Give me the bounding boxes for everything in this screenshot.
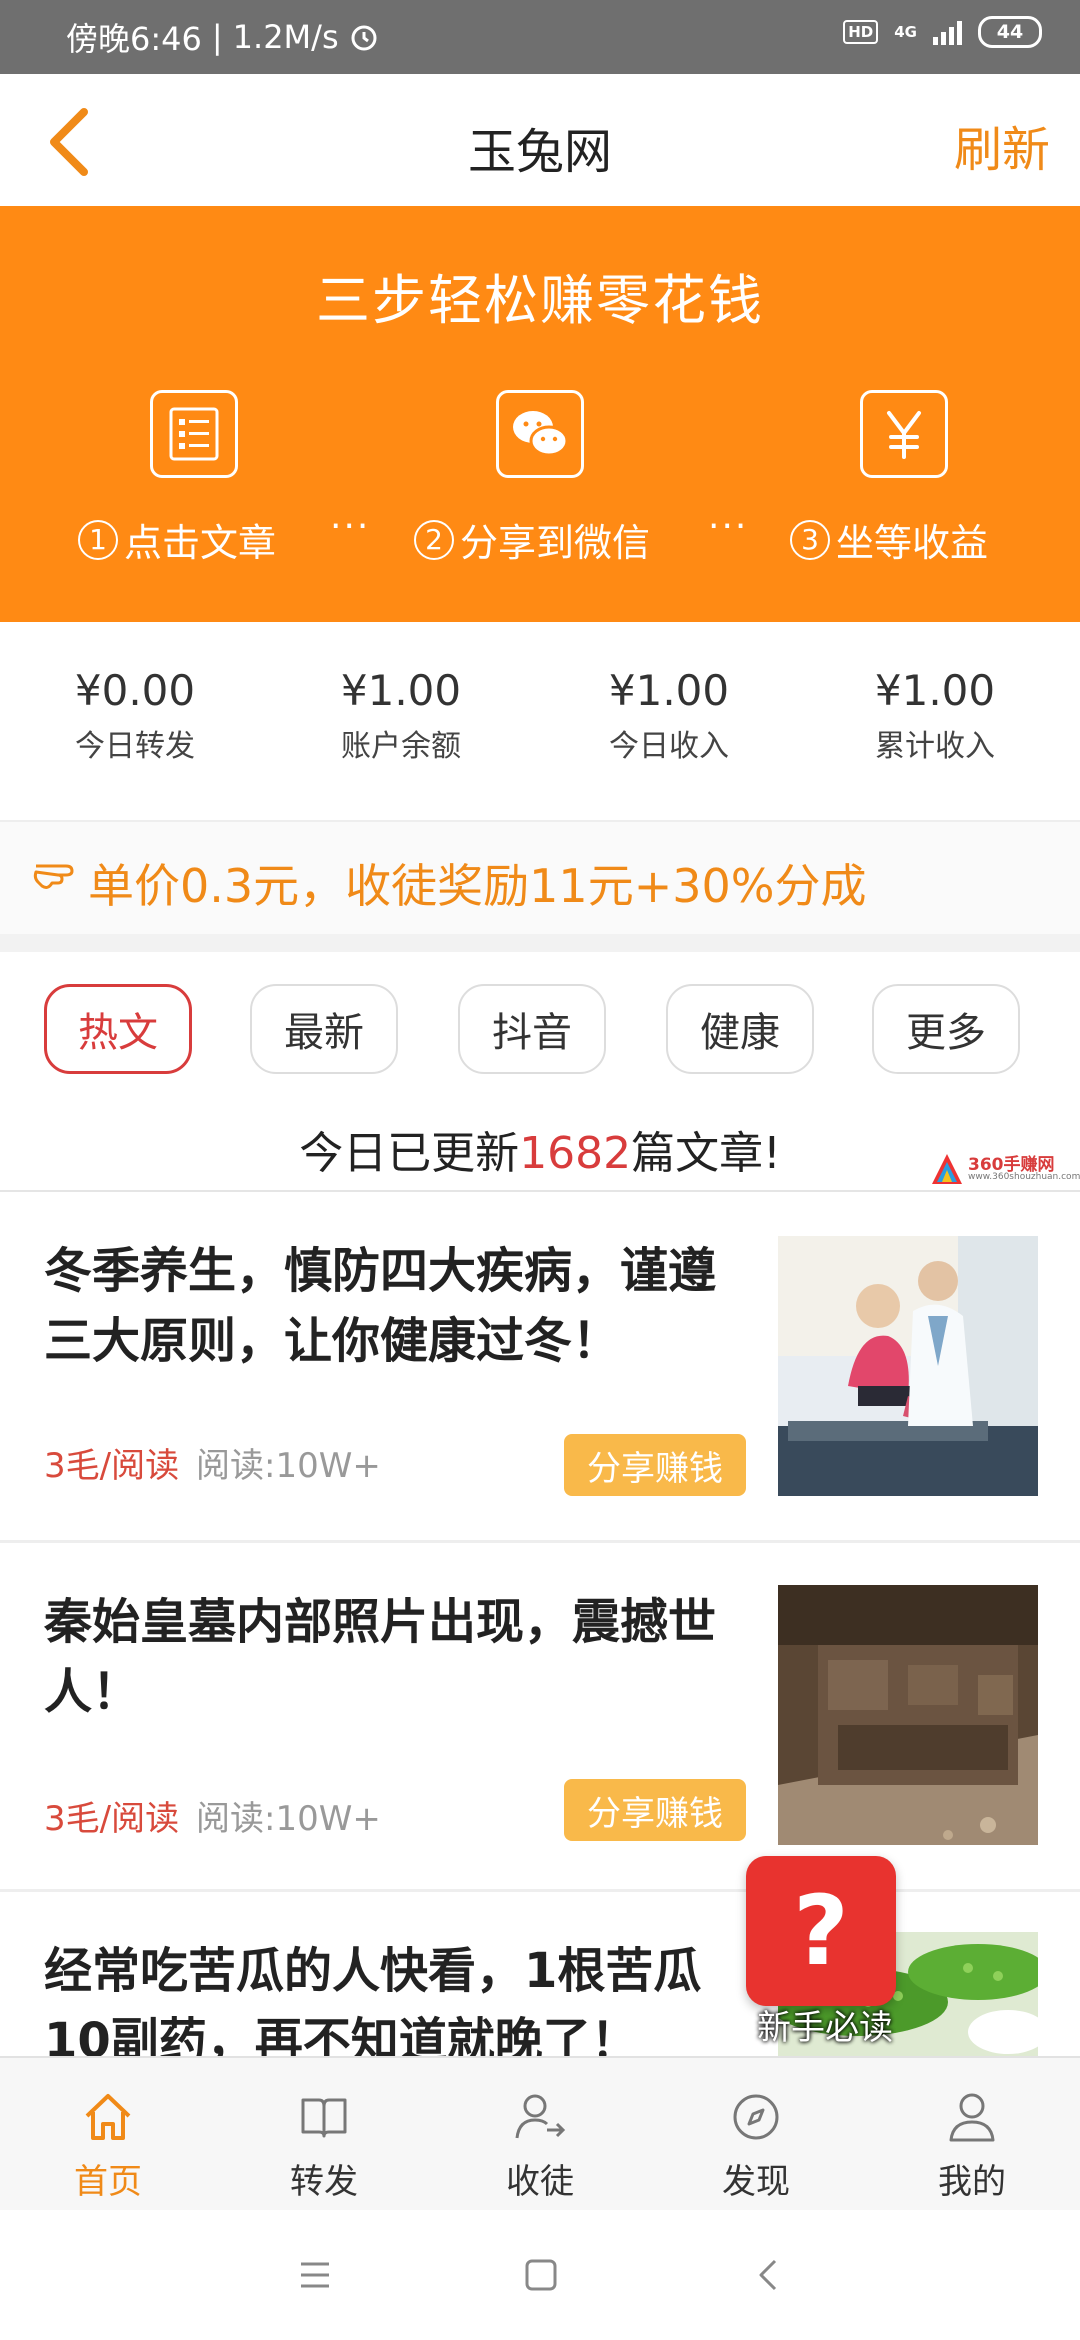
update-count: 1682 (519, 1128, 632, 1179)
step-label: 分享到微信 (460, 521, 651, 565)
article-price: 3毛/阅读 (44, 1446, 180, 1486)
nav-forward[interactable]: 转发 (216, 2088, 432, 2203)
article-title[interactable]: 冬季养生，慎防四大疾病，谨遵三大原则，让你健康过冬！ (44, 1236, 744, 1376)
nav-label: 首页 (74, 2162, 142, 2202)
page-title: 玉兔网 (467, 124, 612, 180)
nav-label: 转发 (290, 2162, 358, 2202)
earnings-stats: ¥0.00 今日转发 ¥1.00 账户余额 ¥1.00 今日收入 ¥1.00 累… (0, 622, 1080, 820)
add-follower-icon (432, 2088, 648, 2146)
menu-icon[interactable] (298, 2260, 332, 2290)
article-price: 3毛/阅读 (44, 1799, 180, 1839)
step-2: 2 分享到微信 (414, 512, 650, 567)
nav-recruit[interactable]: 收徒 (432, 2088, 648, 2203)
stat-label: 累计收入 (875, 729, 995, 764)
stat-value: ¥1.00 (608, 666, 730, 715)
step-1: 1 点击文章 (78, 512, 276, 567)
update-notice: 今日已更新1682篇文章! (299, 1128, 781, 1179)
app-header: 玉兔网 刷新 (0, 74, 1080, 206)
promo-banner[interactable]: 单价0.3元，收徒奖励11元+30%分成 (0, 822, 1080, 934)
hd-badge: HD (843, 20, 879, 44)
nav-label: 发现 (722, 2162, 790, 2202)
home-icon (0, 2088, 216, 2146)
step-separator: ··· (330, 506, 371, 547)
home-square-icon[interactable] (524, 2258, 558, 2292)
profile-icon (864, 2088, 1080, 2146)
compass-icon (648, 2088, 864, 2146)
share-earn-button[interactable]: 分享赚钱 (564, 1434, 746, 1496)
tab-health[interactable]: 健康 (666, 984, 814, 1074)
pointing-hand-icon (33, 864, 74, 889)
article-reads: 阅读:10W+ (196, 1446, 381, 1486)
status-speed: 1.2M/s (232, 18, 339, 56)
article-title[interactable]: 经常吃苦瓜的人快看，1根苦瓜10副药，再不知道就晚了！ (44, 1936, 744, 2056)
alarm-icon (351, 25, 377, 51)
watermark-url: www.360shouzhuan.com (968, 1172, 1080, 1182)
help-label[interactable]: 新手必读 (740, 2000, 910, 2049)
step-number: 1 (78, 519, 118, 560)
article-title[interactable]: 秦始皇墓内部照片出现，震撼世人！ (44, 1587, 744, 1727)
question-mark-icon: ? (793, 1875, 849, 1987)
wechat-icon (496, 390, 584, 478)
article-thumbnail[interactable] (778, 1236, 1038, 1496)
tab-douyin[interactable]: 抖音 (458, 984, 606, 1074)
battery-level: 44 (996, 21, 1024, 43)
banner-title: 三步轻松赚零花钱 (316, 269, 764, 332)
signal-icon (933, 19, 962, 45)
battery-icon: 44 (978, 16, 1042, 48)
stat-label: 账户余额 (341, 729, 461, 764)
back-icon[interactable] (756, 2258, 780, 2292)
status-time: 傍晚6:46 (66, 20, 202, 58)
promo-text: 单价0.3元，收徒奖励11元+30%分成 (88, 859, 867, 913)
steps-banner: 三步轻松赚零花钱 1 点击文章 ··· 2 分享到微信 ··· 3 坐等收益 (0, 206, 1080, 622)
stat-account-balance[interactable]: ¥1.00 账户余额 (266, 666, 536, 765)
nav-home[interactable]: 首页 (0, 2088, 216, 2203)
tab-more[interactable]: 更多 (872, 984, 1020, 1074)
stat-label: 今日转发 (75, 729, 195, 764)
stat-today-forward[interactable]: ¥0.00 今日转发 (0, 666, 270, 765)
article-item[interactable]: 经常吃苦瓜的人快看，1根苦瓜10副药，再不知道就晚了！ (0, 1892, 1080, 2056)
share-earn-button[interactable]: 分享赚钱 (564, 1779, 746, 1841)
watermark: 360手赚网 www.360shouzhuan.com (928, 1150, 1080, 1190)
step-3: 3 坐等收益 (790, 512, 988, 567)
step-separator: ··· (708, 506, 749, 547)
stat-value: ¥1.00 (340, 666, 462, 715)
nav-discover[interactable]: 发现 (648, 2088, 864, 2203)
article-thumbnail[interactable] (778, 1585, 1038, 1845)
stat-today-income[interactable]: ¥1.00 今日收入 (534, 666, 804, 765)
step-label: 坐等收益 (836, 521, 989, 565)
network-type: 4G (894, 22, 917, 41)
refresh-button[interactable]: 刷新 (954, 110, 1050, 180)
article-item[interactable]: 冬季养生，慎防四大疾病，谨遵三大原则，让你健康过冬！ 3毛/阅读 阅读:10W+… (0, 1192, 1080, 1540)
book-icon (216, 2088, 432, 2146)
article-list-icon (150, 390, 238, 478)
system-nav-bar (0, 2210, 1080, 2340)
stat-label: 今日收入 (609, 729, 729, 764)
step-number: 2 (414, 519, 454, 560)
step-number: 3 (790, 519, 830, 560)
stat-value: ¥1.00 (874, 666, 996, 715)
status-bar: 傍晚6:46 | 1.2M/s HD 4G 44 (0, 0, 1080, 74)
step-label: 点击文章 (124, 521, 277, 565)
bottom-nav: 首页 转发 收徒 发现 我的 (0, 2056, 1080, 2210)
stat-value: ¥0.00 (74, 666, 196, 715)
stat-total-income[interactable]: ¥1.00 累计收入 (800, 666, 1070, 765)
help-button[interactable]: ? (746, 1856, 896, 2006)
nav-profile[interactable]: 我的 (864, 2088, 1080, 2203)
tab-latest[interactable]: 最新 (250, 984, 398, 1074)
section-gap (0, 934, 1080, 952)
nav-label: 我的 (938, 2162, 1006, 2202)
watermark-logo-icon (932, 1154, 962, 1184)
tab-hot[interactable]: 热文 (44, 984, 192, 1074)
article-reads: 阅读:10W+ (196, 1799, 381, 1839)
article-item[interactable]: 秦始皇墓内部照片出现，震撼世人！ 3毛/阅读 阅读:10W+ 分享赚钱 (0, 1543, 1080, 1889)
yuan-icon (860, 390, 948, 478)
nav-label: 收徒 (506, 2162, 574, 2202)
